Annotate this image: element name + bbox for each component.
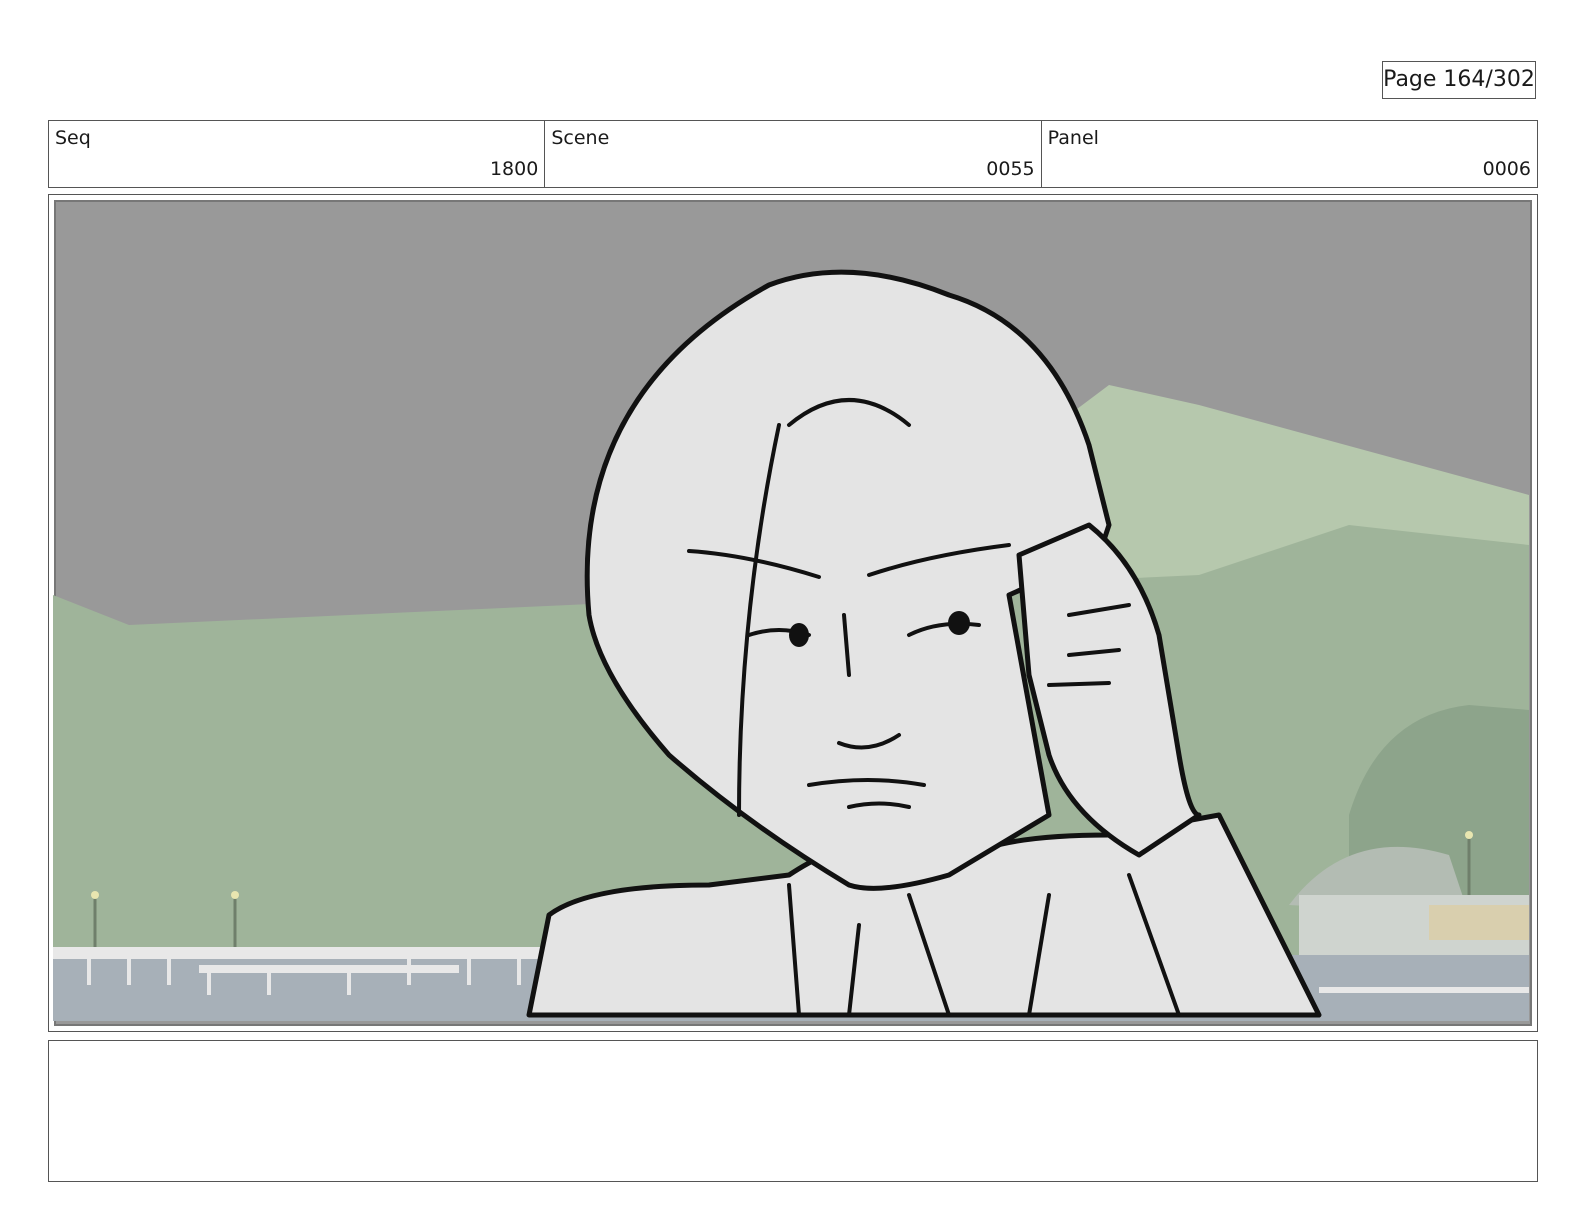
seq-value: 1800	[489, 158, 539, 180]
panel-cell: Panel 0006	[1042, 121, 1537, 187]
panel-label: Panel	[1047, 127, 1099, 149]
building-roof	[1429, 905, 1529, 940]
notes-box	[48, 1040, 1538, 1182]
scene-value: 0055	[986, 158, 1035, 180]
seq-cell: Seq 1800	[49, 121, 546, 187]
pier	[53, 947, 613, 959]
scene-cell: Scene 0055	[545, 121, 1042, 187]
pier	[199, 965, 459, 973]
page-number: Page 164/302	[1382, 61, 1536, 99]
storyboard-drawing	[53, 200, 1532, 1026]
panel-value: 0006	[1482, 158, 1531, 180]
panel-info-row: Seq 1800 Scene 0055 Panel 0006	[48, 120, 1538, 188]
scene-label: Scene	[551, 127, 610, 149]
storyboard-frame	[48, 194, 1538, 1032]
seq-label: Seq	[55, 127, 91, 149]
railing	[1319, 987, 1529, 993]
